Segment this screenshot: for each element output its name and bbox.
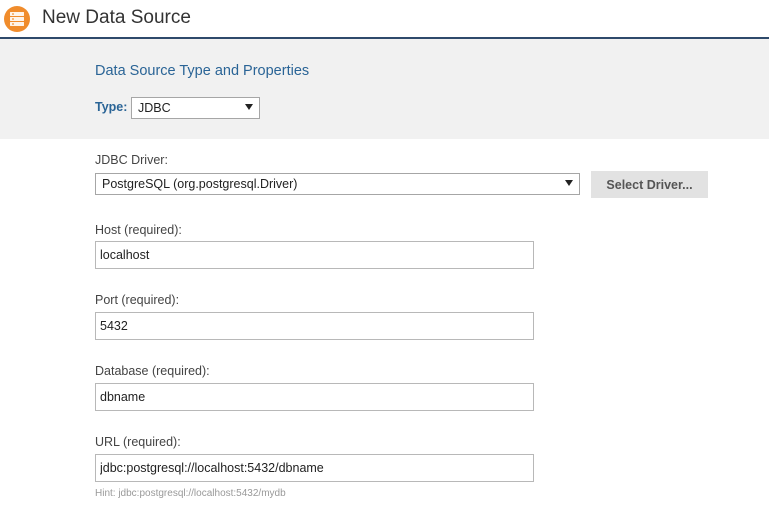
select-driver-button[interactable]: Select Driver...	[591, 171, 708, 198]
dropdown-arrow-icon	[565, 180, 573, 186]
url-label: URL (required):	[95, 435, 181, 449]
host-label: Host (required):	[95, 223, 182, 237]
port-input[interactable]	[95, 312, 534, 340]
jdbc-driver-value: PostgreSQL (org.postgresql.Driver)	[102, 177, 298, 191]
dropdown-arrow-icon	[245, 104, 253, 110]
host-input[interactable]	[95, 241, 534, 269]
database-input[interactable]	[95, 383, 534, 411]
page-title: New Data Source	[42, 7, 191, 28]
type-select-value: JDBC	[138, 101, 171, 115]
section-title: Data Source Type and Properties	[95, 63, 310, 79]
type-select[interactable]: JDBC	[131, 97, 260, 119]
jdbc-driver-select[interactable]: PostgreSQL (org.postgresql.Driver)	[95, 173, 580, 195]
url-hint: Hint: jdbc:postgresql://localhost:5432/m…	[95, 488, 286, 499]
port-label: Port (required):	[95, 293, 180, 307]
database-icon	[4, 6, 30, 32]
type-section: Data Source Type and Properties Type: JD…	[0, 39, 769, 139]
type-label: Type:	[95, 100, 128, 114]
database-label: Database (required):	[95, 364, 210, 378]
new-data-source-page: New Data Source Data Source Type and Pro…	[0, 0, 769, 507]
page-header: New Data Source	[0, 0, 769, 39]
url-input[interactable]	[95, 454, 534, 482]
jdbc-driver-label: JDBC Driver:	[95, 153, 168, 167]
